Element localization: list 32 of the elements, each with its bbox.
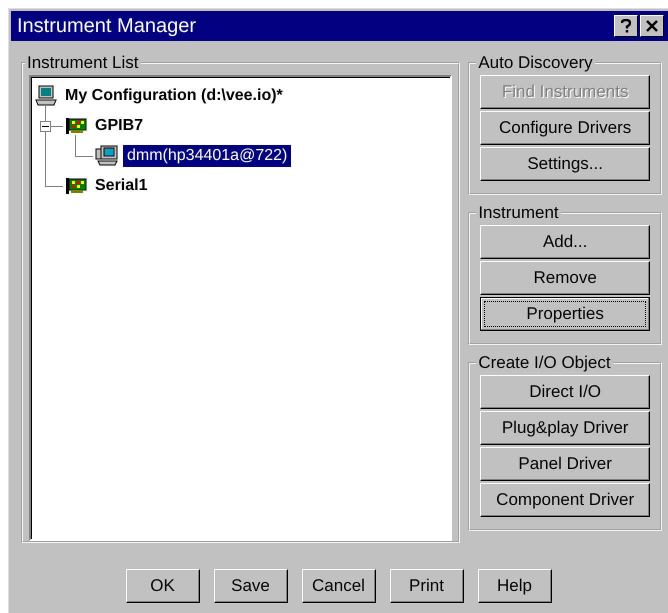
- window-title: Instrument Manager: [17, 14, 197, 38]
- circuit-card-icon: [65, 176, 87, 196]
- action-button[interactable]: Direct I/O: [480, 375, 650, 409]
- action-button[interactable]: Panel Driver: [480, 447, 650, 481]
- action-button[interactable]: Component Driver: [480, 483, 650, 517]
- circuit-card-icon: [65, 116, 87, 136]
- action-button[interactable]: Plug&play Driver: [480, 411, 650, 445]
- dialog-button[interactable]: OK: [126, 569, 200, 603]
- tree-item[interactable]: My Configuration (d:\vee.io)*: [61, 85, 287, 107]
- instrument-icon: [95, 145, 119, 167]
- tree-item[interactable]: GPIB7: [91, 115, 148, 137]
- dialog-button[interactable]: Print: [390, 569, 464, 603]
- close-button[interactable]: [640, 15, 664, 37]
- action-button[interactable]: Configure Drivers: [480, 111, 650, 145]
- group-title: Instrument List: [26, 53, 140, 73]
- action-button[interactable]: Remove: [480, 261, 650, 295]
- tree-item[interactable]: dmm(hp34401a@722): [123, 145, 292, 167]
- close-icon: [646, 20, 658, 32]
- dialog-button[interactable]: Save: [214, 569, 288, 603]
- dialog-button[interactable]: Cancel: [302, 569, 376, 603]
- computer-icon: [35, 85, 57, 107]
- group-title: Instrument: [477, 203, 560, 223]
- dialog-button[interactable]: Help: [478, 569, 552, 603]
- group-title: Auto Discovery: [477, 53, 594, 73]
- tree-item[interactable]: Serial1: [91, 175, 152, 197]
- question-mark-icon: [621, 19, 631, 33]
- action-button[interactable]: Properties: [480, 297, 650, 331]
- action-button[interactable]: Settings...: [480, 147, 650, 181]
- group-title: Create I/O Object: [477, 353, 612, 373]
- action-button[interactable]: Add...: [480, 225, 650, 259]
- help-button[interactable]: [614, 15, 638, 37]
- collapse-icon[interactable]: [40, 121, 51, 132]
